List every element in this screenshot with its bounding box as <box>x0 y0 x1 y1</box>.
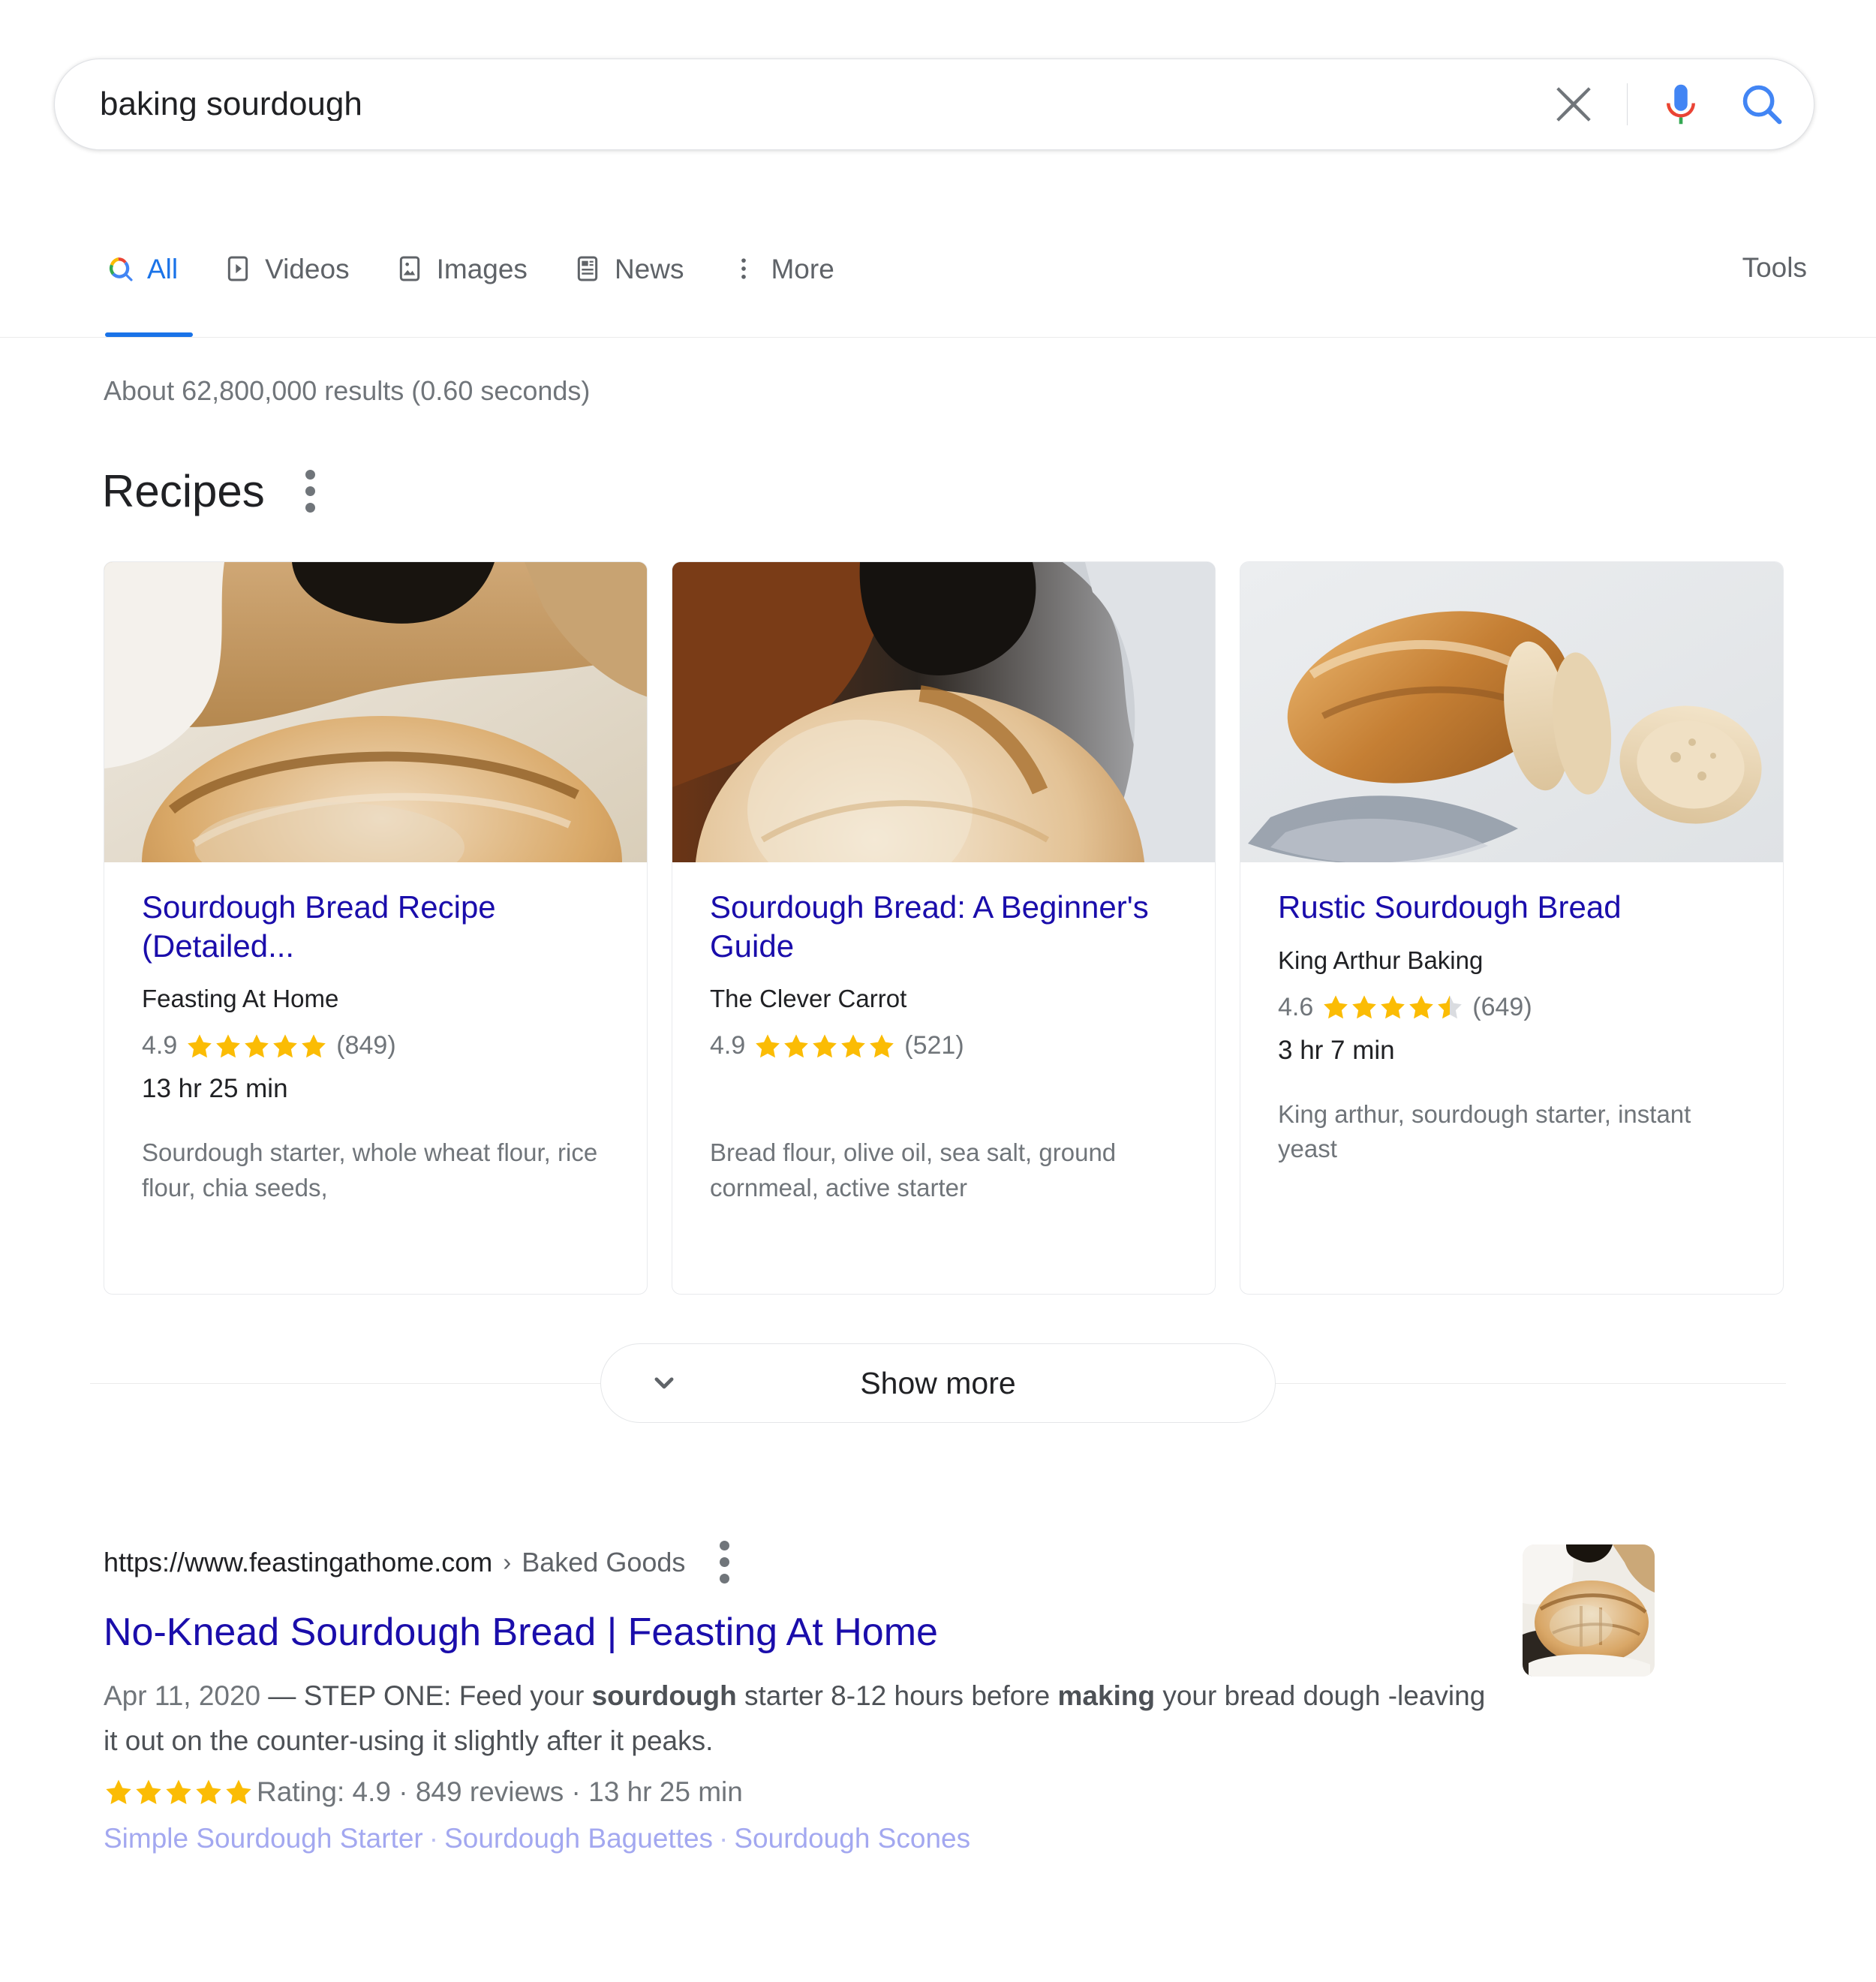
organic-search-result: https://www.feastingathome.com › Baked G… <box>104 1535 1604 1854</box>
recipe-card[interactable]: Sourdough Bread: A Beginner's Guide The … <box>672 561 1216 1295</box>
recipe-card-rating: 4.9 (849) <box>142 1031 609 1060</box>
recipe-card-time: 13 hr 25 min <box>142 1074 288 1104</box>
recipes-menu-kebab-icon[interactable] <box>296 464 315 519</box>
sitelink-item[interactable]: Simple Sourdough Starter <box>104 1823 423 1854</box>
recipe-cards-carousel: Sourdough Bread Recipe (Detailed... Feas… <box>104 561 1784 1295</box>
recipe-card-rating-value: 4.9 <box>142 1031 178 1060</box>
sitelink-separator: · <box>719 1822 729 1854</box>
snippet-bold-1: sourdough <box>591 1680 737 1712</box>
recipe-card-image <box>104 562 647 862</box>
search-bar[interactable]: baking sourdough <box>54 59 1814 150</box>
recipe-card-image <box>1240 562 1783 862</box>
result-sitelinks: Simple Sourdough Starter · Sourdough Bague… <box>104 1823 1604 1854</box>
chevron-down-icon <box>648 1367 681 1400</box>
sitelink-item[interactable]: Sourdough Scones <box>734 1823 970 1854</box>
divider-right <box>1276 1382 1786 1384</box>
star-rating-icon <box>753 1032 896 1060</box>
snippet-bold-2: making <box>1057 1680 1156 1712</box>
result-url-line: https://www.feastingathome.com › Baked G… <box>104 1535 1604 1590</box>
search-tabs: All Videos Images News More <box>98 233 857 337</box>
result-snippet: Apr 11, 2020 — STEP ONE: Feed your sourd… <box>104 1674 1492 1762</box>
google-search-icon <box>105 254 135 284</box>
image-icon <box>395 254 425 284</box>
recipe-card-rating-value: 4.9 <box>710 1031 746 1060</box>
tab-more[interactable]: More <box>706 233 856 305</box>
microphone-icon[interactable] <box>1655 78 1707 131</box>
recipe-card-rating: 4.9 (521) <box>710 1031 1177 1060</box>
result-rating-line: Rating: 4.9 · 849 reviews · 13 hr 25 min <box>104 1776 1604 1808</box>
url-separator: › <box>503 1547 512 1576</box>
tab-more-label: More <box>771 253 834 284</box>
result-url[interactable]: https://www.feastingathome.com <box>104 1547 492 1578</box>
result-rating-text: Rating: 4.9 · 849 reviews · 13 hr 25 min <box>257 1776 743 1807</box>
search-tab-bar: All Videos Images News More Tools <box>0 233 1876 338</box>
search-bar-icons <box>1547 59 1788 149</box>
show-more-row: Show more <box>90 1343 1786 1423</box>
tab-videos-label: Videos <box>265 253 350 284</box>
google-search-results-page: baking sourdough All Videos Images News … <box>0 0 1876 1982</box>
recipe-card-rating-value: 4.6 <box>1278 992 1314 1021</box>
search-icon[interactable] <box>1736 78 1788 131</box>
tab-news-label: News <box>614 253 684 284</box>
tab-images-label: Images <box>436 253 528 284</box>
recipe-card-image <box>672 562 1215 862</box>
tools-button[interactable]: Tools <box>1742 252 1807 284</box>
recipe-card-title[interactable]: Sourdough Bread: A Beginner's Guide <box>710 888 1177 965</box>
recipe-card-source: King Arthur Baking <box>1278 946 1484 974</box>
tab-active-underline <box>105 332 194 337</box>
news-icon <box>573 254 603 284</box>
recipe-card-body: Sourdough Bread Recipe (Detailed... Feas… <box>104 862 647 1294</box>
recipe-card-body: Rustic Sourdough Bread King Arthur Bakin… <box>1240 862 1783 1294</box>
show-more-button[interactable]: Show more <box>600 1343 1276 1423</box>
snippet-dash: — <box>260 1680 304 1712</box>
recipe-card-body: Sourdough Bread: A Beginner's Guide The … <box>672 862 1215 1294</box>
tab-all-label: All <box>147 253 179 284</box>
recipe-card-title[interactable]: Sourdough Bread Recipe (Detailed... <box>142 888 609 965</box>
snippet-text-2: starter 8-12 hours before <box>736 1680 1058 1712</box>
search-input[interactable]: baking sourdough <box>100 88 1547 121</box>
snippet-date: Apr 11, 2020 <box>104 1680 261 1712</box>
result-stats: About 62,800,000 results (0.60 seconds) <box>104 375 591 406</box>
tab-videos[interactable]: Videos <box>200 233 371 305</box>
tab-all[interactable]: All <box>98 233 200 337</box>
recipe-card-source: The Clever Carrot <box>710 985 907 1013</box>
search-bar-container: baking sourdough <box>54 59 1814 150</box>
kebab-icon <box>729 254 759 284</box>
tab-news[interactable]: News <box>550 233 707 305</box>
recipe-card-source: Feasting At Home <box>142 985 339 1013</box>
snippet-text-1: STEP ONE: Feed your <box>303 1680 592 1712</box>
video-icon <box>223 254 253 284</box>
result-title[interactable]: No-Knead Sourdough Bread | Feasting At H… <box>104 1609 1604 1656</box>
recipe-card-review-count: (521) <box>904 1031 964 1060</box>
recipes-heading: Recipes <box>102 465 265 516</box>
recipe-card-rating: 4.6 (649) <box>1278 993 1745 1022</box>
recipe-card-review-count: (849) <box>336 1031 396 1060</box>
recipe-card-ingredients: Bread flour, olive oil, sea salt, ground… <box>710 1138 1117 1202</box>
sitelink-separator: · <box>428 1822 439 1854</box>
search-bar-divider <box>1627 83 1628 125</box>
show-more-label: Show more <box>860 1365 1016 1400</box>
divider-left <box>90 1382 600 1384</box>
recipe-card-ingredients: King arthur, sourdough starter, instant … <box>1278 1099 1691 1162</box>
sitelink-item[interactable]: Sourdough Baguettes <box>444 1823 713 1854</box>
recipe-card-time: 3 hr 7 min <box>1278 1035 1395 1065</box>
close-icon[interactable] <box>1547 78 1600 131</box>
recipe-card-time <box>710 1074 1177 1107</box>
tab-images[interactable]: Images <box>372 233 550 305</box>
recipe-card-ingredients: Sourdough starter, whole wheat flour, ri… <box>142 1138 598 1202</box>
star-rating-icon <box>104 1777 254 1807</box>
breadcrumb: Baked Goods <box>522 1546 686 1577</box>
recipe-card-title[interactable]: Rustic Sourdough Bread <box>1278 888 1745 927</box>
result-thumbnail[interactable] <box>1523 1544 1655 1677</box>
result-menu-kebab-icon[interactable] <box>711 1535 730 1590</box>
star-rating-icon <box>1321 993 1464 1021</box>
recipe-card[interactable]: Rustic Sourdough Bread King Arthur Bakin… <box>1240 561 1784 1295</box>
recipe-card-review-count: (649) <box>1472 992 1532 1021</box>
star-rating-icon <box>185 1032 328 1060</box>
recipes-section-header: Recipes <box>102 464 315 519</box>
recipe-card[interactable]: Sourdough Bread Recipe (Detailed... Feas… <box>104 561 648 1295</box>
